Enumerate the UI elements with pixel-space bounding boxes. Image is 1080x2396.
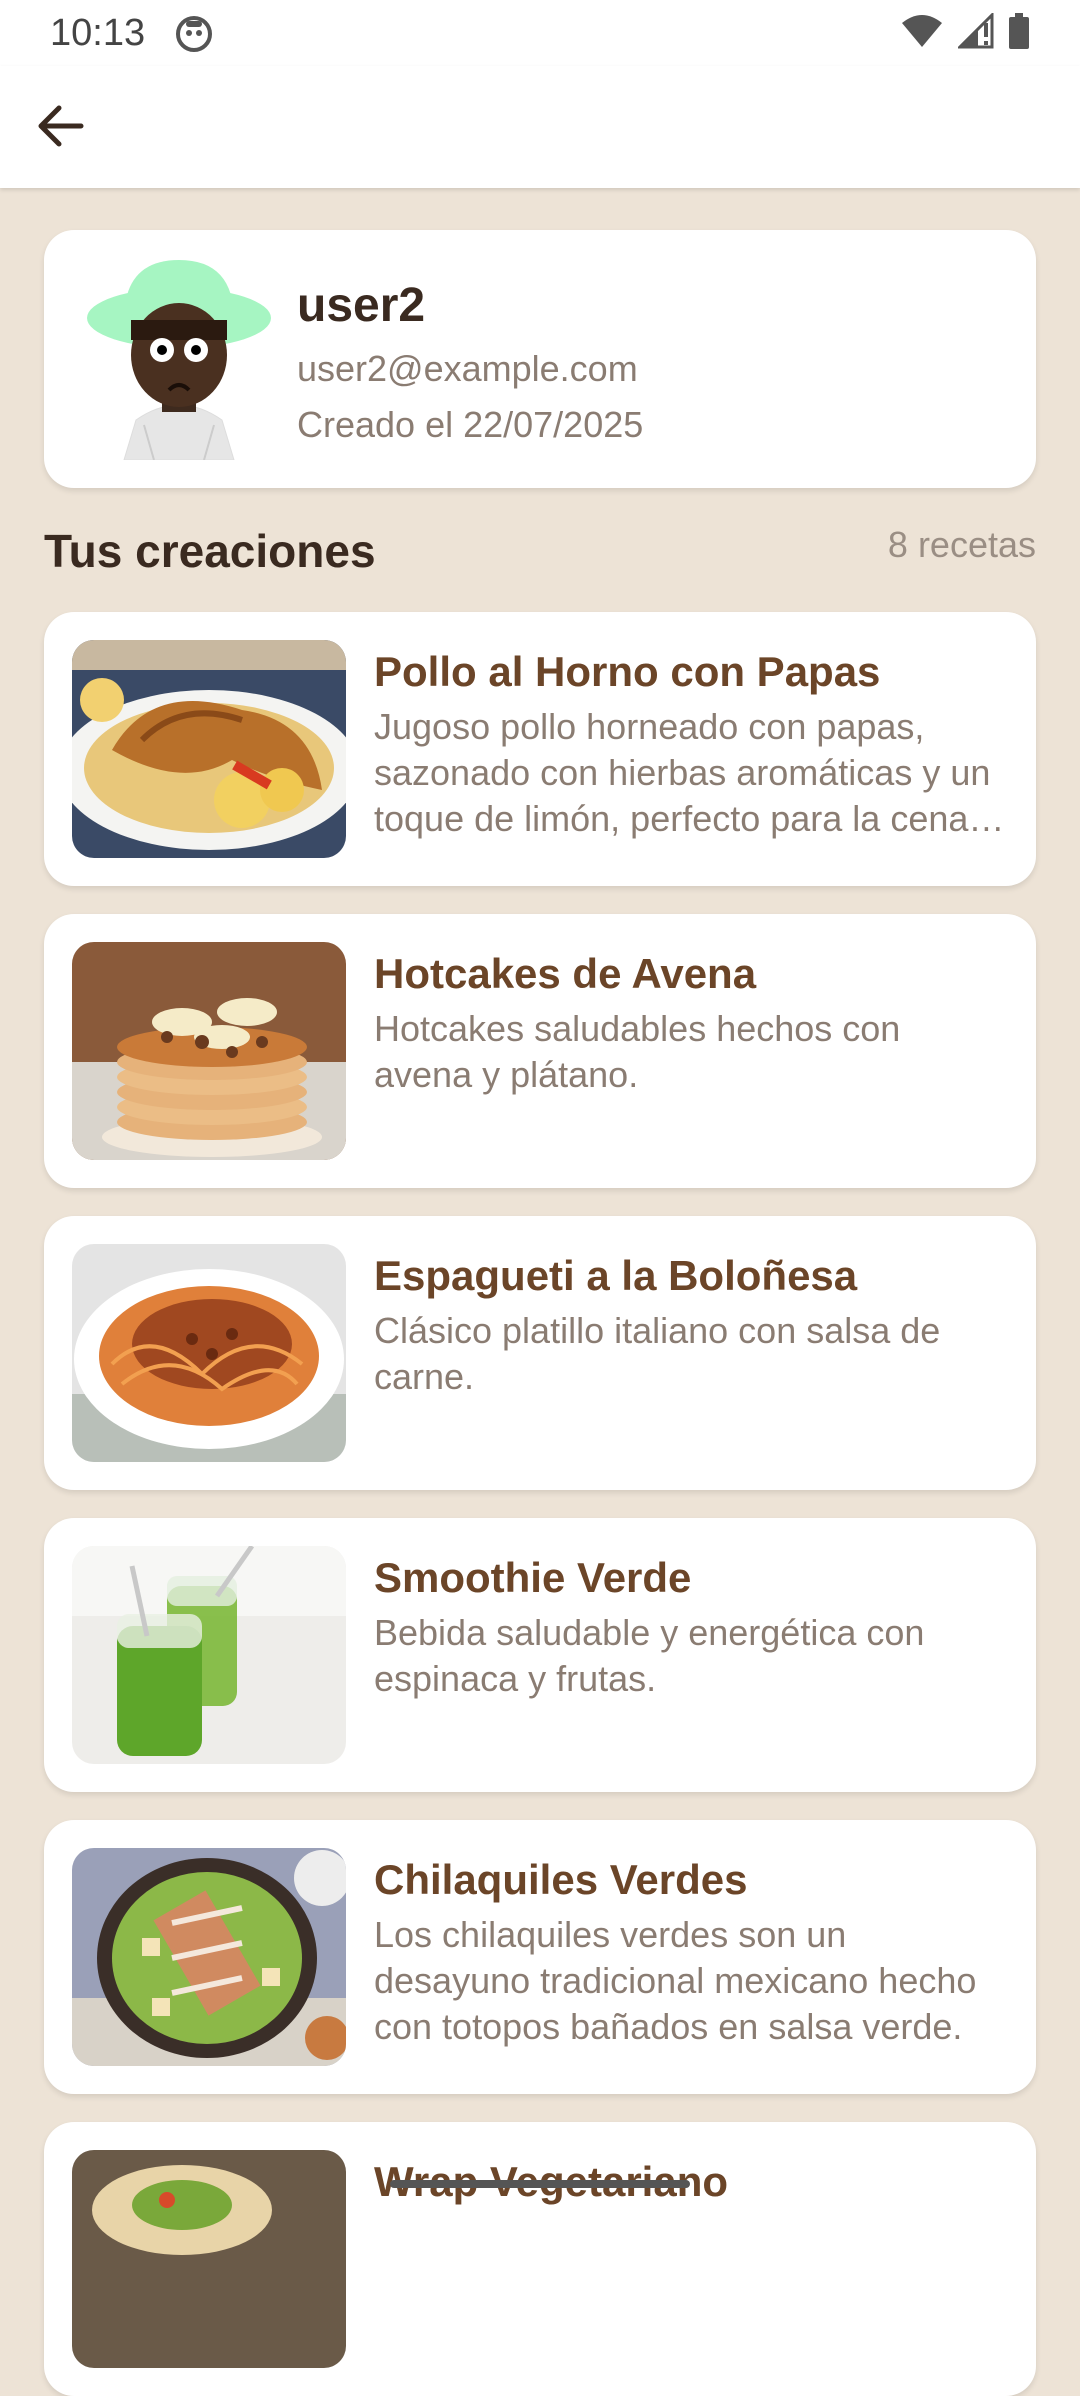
recipe-image: [72, 1546, 346, 1764]
avatar: [84, 260, 274, 461]
app-notification-icon: [176, 16, 212, 52]
arrow-back-icon: [35, 104, 85, 153]
profile-created-date: Creado el 22/07/2025: [297, 404, 644, 445]
signal-icon: [956, 10, 994, 54]
status-bar: 10:13: [0, 0, 1080, 66]
recipe-title: Smoothie Verde: [374, 1554, 692, 1601]
recipe-description: Jugoso pollo horneado con papas, sazonad…: [374, 706, 991, 839]
recipe-description: Los chilaquiles verdes son un desayuno t…: [374, 1914, 977, 2047]
recipe-image: [72, 942, 346, 1160]
wifi-icon: [900, 13, 944, 54]
recipe-image: [72, 640, 346, 858]
recipe-card-espagueti[interactable]: Espagueti a la Boloñesa Clásico platillo…: [44, 1216, 1036, 1490]
recipe-title: Hotcakes de Avena: [374, 950, 757, 997]
back-button[interactable]: [28, 96, 92, 160]
profile-username: user2: [297, 279, 426, 332]
recipe-card-hotcakes[interactable]: Hotcakes de Avena Hotcakes saludables he…: [44, 914, 1036, 1188]
recipe-card-chilaquiles[interactable]: Chilaquiles Verdes Los chilaquiles verde…: [44, 1820, 1036, 2094]
recipe-description: Bebida saludable y energética con espina…: [374, 1612, 925, 1699]
recipe-title: Chilaquiles Verdes: [374, 1856, 748, 1903]
recipe-image: [72, 1848, 346, 2066]
recipe-card-pollo[interactable]: Pollo al Horno con Papas Jugoso pollo ho…: [44, 612, 1036, 886]
recipe-description: Hotcakes saludables hechos con avena y p…: [374, 1008, 901, 1095]
recipe-title: Pollo al Horno con Papas: [374, 648, 881, 695]
recipe-title: Espagueti a la Boloñesa: [374, 1252, 858, 1299]
recipe-description: Clásico platillo italiano con salsa de c…: [374, 1310, 941, 1397]
status-time: 10:13: [50, 12, 146, 54]
recipe-card-smoothie[interactable]: Smoothie Verde Bebida saludable y energé…: [44, 1518, 1036, 1792]
profile-card: user2 user2@example.com Creado el 22/07/…: [44, 230, 1036, 488]
profile-email: user2@example.com: [297, 348, 638, 389]
battery-icon: [1008, 12, 1030, 54]
section-title: Tus creaciones: [44, 525, 376, 577]
recipe-card-wrap[interactable]: Wrap Vegetariano: [44, 2122, 1036, 2396]
recipe-image: [72, 1244, 346, 1462]
home-indicator[interactable]: [390, 2180, 690, 2188]
recipe-count: 8 recetas: [887, 524, 1036, 565]
top-app-bar: [0, 66, 1080, 188]
recipe-image: [72, 2150, 346, 2368]
